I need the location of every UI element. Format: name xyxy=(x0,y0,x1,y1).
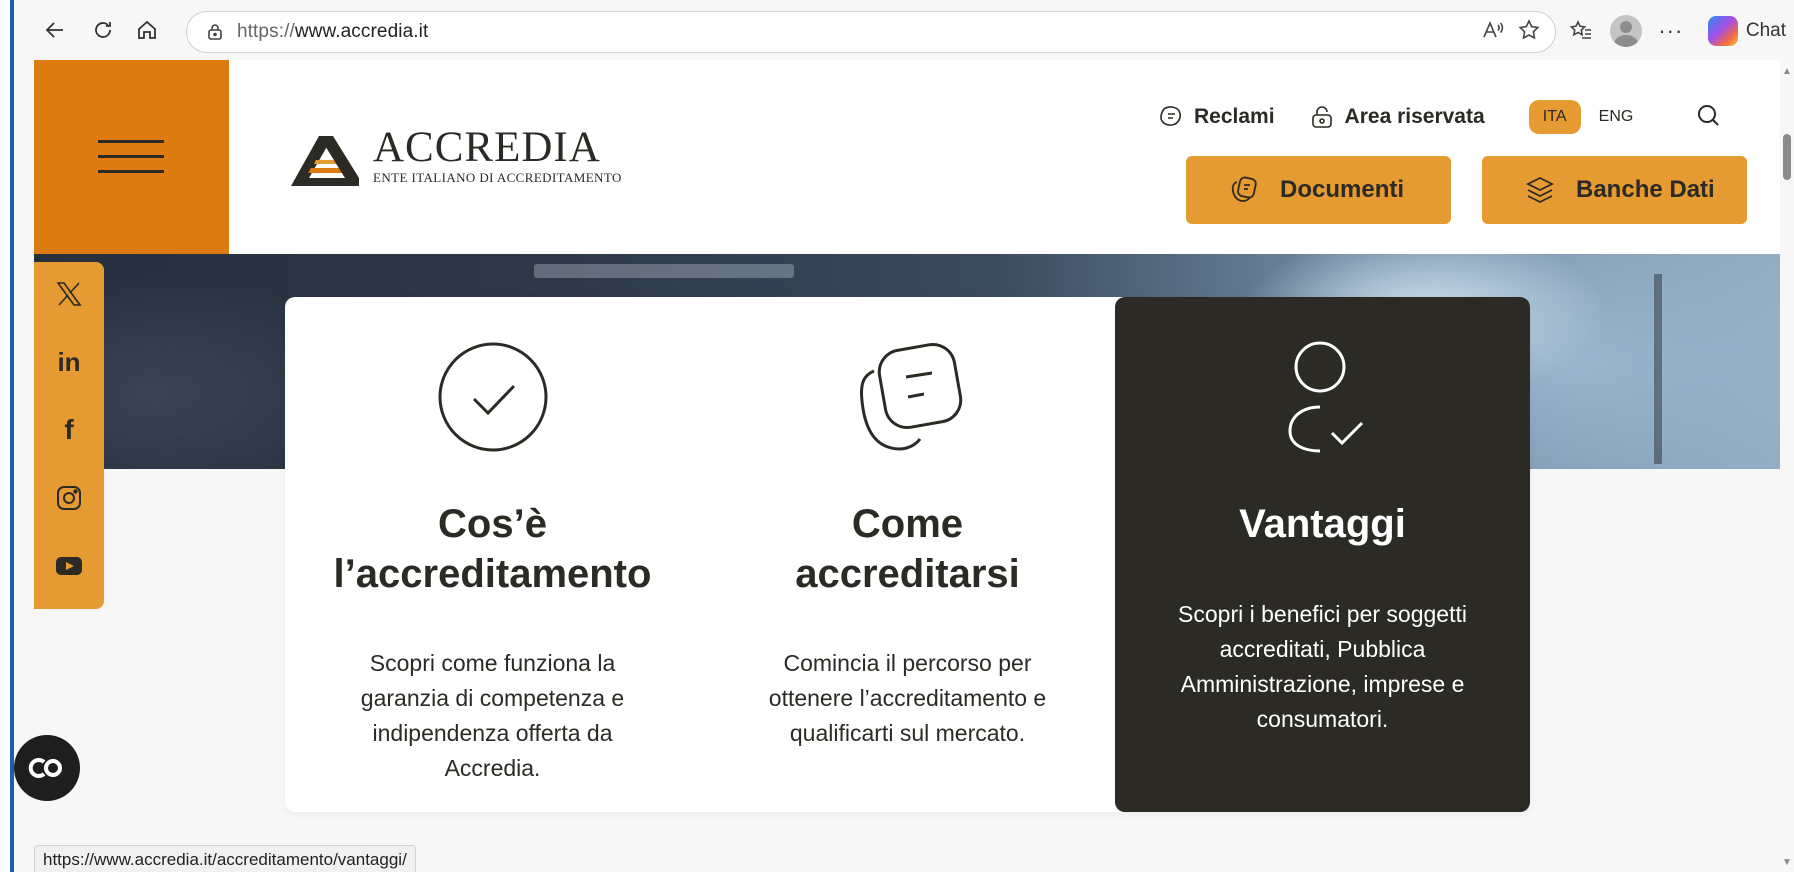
card-title: Cos’è l’accreditamento xyxy=(333,502,652,596)
card-title: Come accreditarsi xyxy=(795,502,1020,596)
linkedin-icon[interactable]: in xyxy=(34,342,104,382)
home-icon[interactable] xyxy=(126,9,168,51)
logo-wordmark: ACCREDIA xyxy=(373,124,601,171)
x-icon[interactable] xyxy=(34,274,104,314)
refresh-icon[interactable] xyxy=(82,9,124,51)
lang-ita-button[interactable]: ITA xyxy=(1528,100,1581,134)
status-bar-url: https://www.accredia.it/accreditamento/v… xyxy=(34,845,416,872)
window-edge xyxy=(0,0,14,872)
complaint-icon xyxy=(1160,106,1181,126)
documenti-button[interactable]: Documenti xyxy=(1186,156,1451,224)
banche-dati-label: Banche Dati xyxy=(1576,176,1715,203)
card-vantaggi[interactable]: Vantaggi Scopri i benefici per soggetti … xyxy=(1115,297,1530,812)
feature-cards: Cos’è l’accreditamento Scopri come funzi… xyxy=(285,297,1530,812)
card-come-accreditarsi[interactable]: Come accreditarsi Comincia il percorso p… xyxy=(700,297,1115,812)
accessibility-button[interactable] xyxy=(14,735,80,801)
user-check-icon xyxy=(1287,341,1363,453)
back-icon[interactable] xyxy=(34,9,76,51)
card-cos-e-accreditamento[interactable]: Cos’è l’accreditamento Scopri come funzi… xyxy=(285,297,700,812)
address-bar[interactable]: https://www.accredia.it xyxy=(186,11,1556,53)
card-description: Comincia il percorso per ottenere l’accr… xyxy=(768,650,1047,746)
accessibility-icon xyxy=(28,758,62,778)
profile-avatar-icon[interactable] xyxy=(1609,15,1642,47)
page-viewport: ACCREDIA ENTE ITALIANO DI ACCREDITAMENTO… xyxy=(34,60,1780,872)
more-options-icon[interactable]: ··· xyxy=(1650,10,1692,52)
lang-eng-button[interactable]: ENG xyxy=(1599,108,1634,126)
accredia-logo[interactable]: ACCREDIA ENTE ITALIANO DI ACCREDITAMENTO xyxy=(289,124,622,186)
banche-dati-button[interactable]: Banche Dati xyxy=(1482,156,1747,224)
instagram-icon[interactable] xyxy=(34,478,104,518)
page-scrollbar[interactable]: ▲ ▼ xyxy=(1780,60,1794,872)
reclami-link[interactable]: Reclami xyxy=(1158,104,1275,130)
accredia-logo-mark xyxy=(291,136,359,186)
reclami-label: Reclami xyxy=(1194,105,1275,128)
area-riservata-link[interactable]: Area riservata xyxy=(1309,104,1485,130)
area-riservata-label: Area riservata xyxy=(1344,105,1485,128)
favorites-list-icon[interactable] xyxy=(1560,10,1602,52)
documenti-label: Documenti xyxy=(1280,176,1405,203)
card-description: Scopri i benefici per soggetti accredita… xyxy=(1178,601,1467,732)
lock-icon xyxy=(1311,106,1332,128)
card-description: Scopri come funziona la garanzia di comp… xyxy=(360,650,625,781)
scrollbar-thumb[interactable] xyxy=(1783,134,1791,180)
check-circle-icon xyxy=(438,342,547,452)
youtube-icon[interactable] xyxy=(34,546,104,586)
facebook-icon[interactable]: f xyxy=(34,410,104,450)
site-info-icon[interactable] xyxy=(201,18,229,46)
browser-toolbar: https://www.accredia.it ··· Chat xyxy=(14,0,1794,60)
database-layers-icon xyxy=(1524,174,1556,206)
scroll-down-arrow-icon[interactable]: ▼ xyxy=(1782,857,1792,868)
documents-icon xyxy=(1228,174,1260,206)
read-aloud-icon[interactable] xyxy=(1481,18,1505,47)
hamburger-menu-icon[interactable] xyxy=(98,140,164,174)
url-text: https://www.accredia.it xyxy=(237,21,429,42)
utility-links: Reclami Area riservata ITA ENG xyxy=(1158,98,1721,136)
favorite-star-icon[interactable] xyxy=(1517,18,1541,47)
documents-stack-icon xyxy=(859,342,962,451)
menu-block xyxy=(34,60,229,254)
card-title: Vantaggi xyxy=(1239,502,1406,546)
chat-label: Chat xyxy=(1745,20,1786,41)
scroll-up-arrow-icon[interactable]: ▲ xyxy=(1782,66,1792,77)
copilot-chat-button[interactable]: Chat xyxy=(1700,11,1794,51)
site-header: ACCREDIA ENTE ITALIANO DI ACCREDITAMENTO… xyxy=(34,60,1780,254)
social-sidebar: in f xyxy=(34,262,104,609)
copilot-icon xyxy=(1707,16,1738,46)
logo-subtitle: ENTE ITALIANO DI ACCREDITAMENTO xyxy=(373,170,622,185)
search-icon[interactable] xyxy=(1695,102,1721,133)
